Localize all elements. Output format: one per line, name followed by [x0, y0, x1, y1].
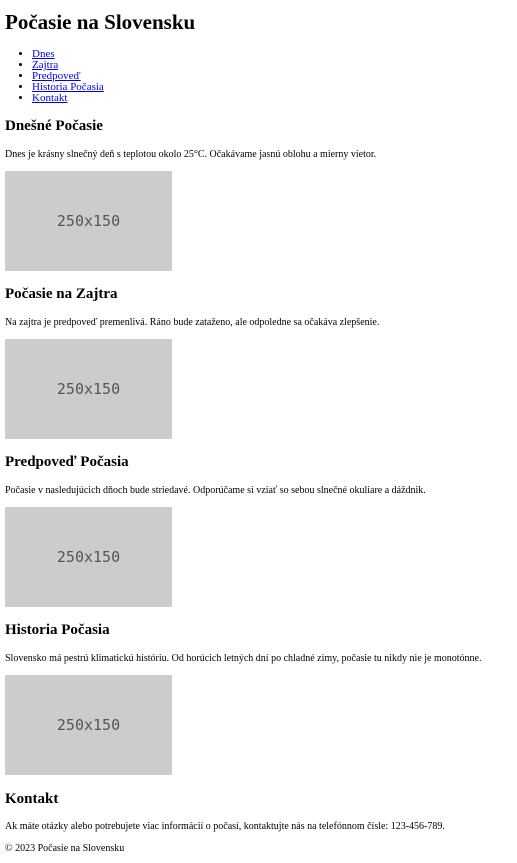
- section-title-kontakt: Kontakt: [5, 791, 59, 807]
- main-nav: Dnes Zajtra Predpoveď Historia Počasia K…: [5, 49, 104, 104]
- weather-image-dnes: 250x150: [5, 171, 172, 271]
- image-placeholder-label: 250x150: [56, 548, 121, 566]
- section-title-dnes: Dnešné Počasie: [5, 118, 103, 134]
- image-placeholder-label: 250x150: [56, 212, 121, 230]
- section-title-zajtra: Počasie na Zajtra: [5, 286, 118, 302]
- section-title-predpoved: Predpoveď Počasia: [5, 454, 129, 470]
- image-placeholder-label: 250x150: [56, 380, 121, 398]
- footer-text: © 2023 Počasie na Slovensku: [5, 843, 125, 854]
- page-title: Počasie na Slovensku: [5, 10, 196, 34]
- section-text-kontakt: Ak máte otázky alebo potrebujete viac in…: [5, 821, 445, 832]
- section-text-historia: Slovensko má pestrú klimatickú históriu.…: [5, 653, 482, 664]
- weather-image-historia: 250x150: [5, 675, 172, 775]
- nav-link-kontakt[interactable]: Kontakt: [32, 92, 67, 104]
- weather-image-zajtra: 250x150: [5, 339, 172, 439]
- nav-item-kontakt: Kontakt: [32, 93, 104, 104]
- section-text-predpoved: Počasie v nasledujúcich dňoch bude strie…: [5, 485, 426, 496]
- section-text-dnes: Dnes je krásny slnečný deň s teplotou ok…: [5, 149, 377, 160]
- weather-image-predpoved: 250x150: [5, 507, 172, 607]
- section-text-zajtra: Na zajtra je predpoveď premenlivá. Ráno …: [5, 317, 380, 328]
- image-placeholder-label: 250x150: [56, 716, 121, 734]
- section-title-historia: Historia Počasia: [5, 622, 110, 638]
